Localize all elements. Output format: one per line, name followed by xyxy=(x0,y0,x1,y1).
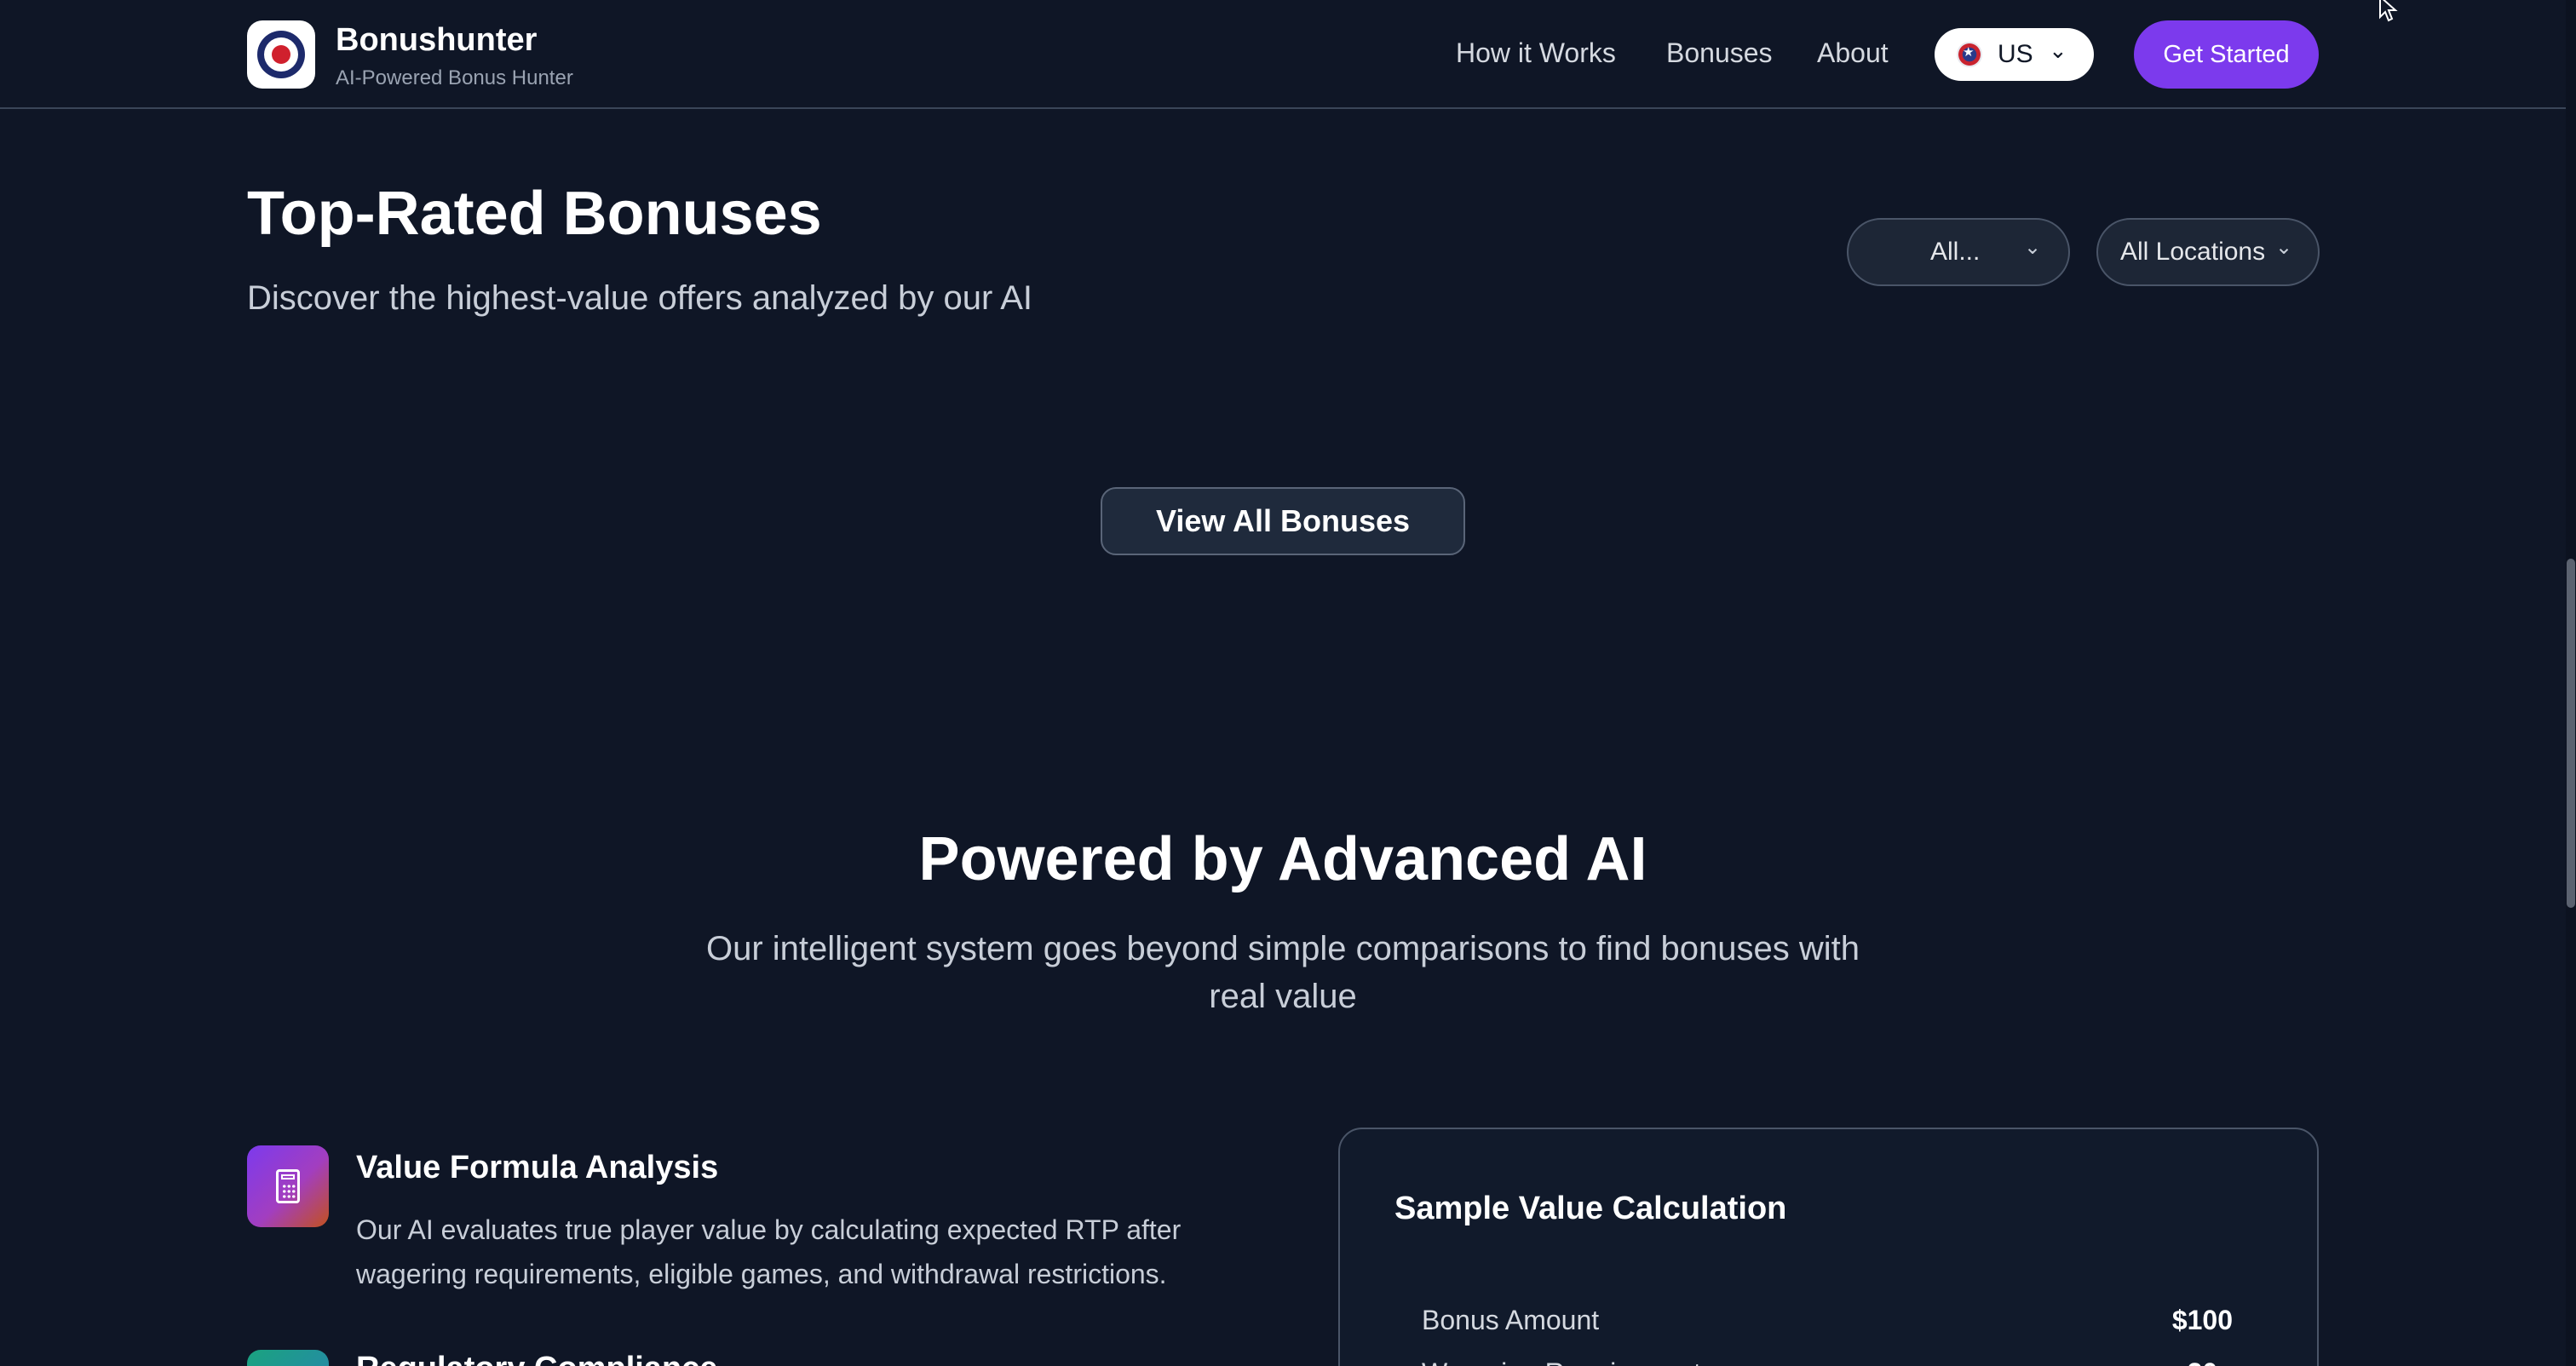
calculator-icon xyxy=(247,1145,329,1227)
site-header: Bonushunter AI-Powered Bonus Hunter How … xyxy=(0,0,2566,109)
scrollbar-thumb[interactable] xyxy=(2567,559,2575,908)
chevron-down-icon: ⌄ xyxy=(2275,235,2293,259)
brand-name[interactable]: Bonushunter xyxy=(336,22,537,59)
chevron-down-icon: ⌄ xyxy=(2024,235,2042,259)
country-label: US xyxy=(1998,40,2033,68)
calc-row-value: 30x xyxy=(2188,1357,2233,1366)
logo-icon[interactable] xyxy=(247,20,315,89)
category-filter-value: All... xyxy=(1930,238,1981,266)
get-started-button[interactable]: Get Started xyxy=(2134,20,2319,89)
brand-tagline: AI-Powered Bonus Hunter xyxy=(336,66,573,89)
view-all-bonuses-button[interactable]: View All Bonuses xyxy=(1101,487,1465,555)
location-filter-value: All Locations xyxy=(2120,238,2266,266)
calc-row-label: Wagering Requirement xyxy=(1422,1357,1701,1366)
nav-about[interactable]: About xyxy=(1817,37,1889,69)
feature-description: Our AI evaluates true player value by ca… xyxy=(356,1214,1182,1289)
sample-calculation-card: Sample Value Calculation Bonus Amount $1… xyxy=(1338,1128,2319,1366)
nav-bonuses[interactable]: Bonuses xyxy=(1666,37,1773,69)
country-selector[interactable]: US ⌄ xyxy=(1935,28,2094,81)
nav-how-it-works[interactable]: How it Works xyxy=(1456,37,1616,69)
section-title: Top-Rated Bonuses xyxy=(247,180,822,248)
category-filter-select[interactable]: All... ⌄ xyxy=(1847,218,2070,286)
card-title: Sample Value Calculation xyxy=(1394,1191,1787,1226)
location-filter-select[interactable]: All Locations ⌄ xyxy=(2096,218,2320,286)
ai-section-subtitle: Our intelligent system goes beyond simpl… xyxy=(705,930,1860,1015)
ai-section-title: Powered by Advanced AI xyxy=(918,825,1647,893)
page: Bonushunter AI-Powered Bonus Hunter How … xyxy=(0,0,2576,1366)
feature-icon xyxy=(247,1350,329,1366)
feature-title: Value Formula Analysis xyxy=(356,1150,719,1185)
calc-row-label: Bonus Amount xyxy=(1422,1305,1600,1335)
cursor-icon xyxy=(2379,0,2398,22)
flag-icon xyxy=(1957,42,1982,67)
section-subtitle: Discover the highest-value offers analyz… xyxy=(247,279,1032,317)
feature-title: Regulatory Compliance xyxy=(356,1351,717,1366)
chevron-down-icon: ⌄ xyxy=(2049,38,2067,64)
calc-row-value: $100 xyxy=(2171,1305,2233,1335)
